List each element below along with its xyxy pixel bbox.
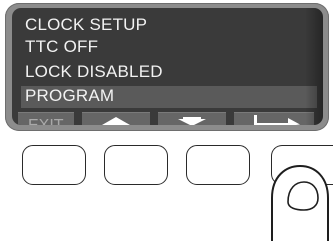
hardware-button-down[interactable] (186, 145, 250, 185)
menu-item-clock-setup[interactable]: CLOCK SETUP (25, 14, 147, 36)
softkey-enter[interactable] (234, 112, 314, 125)
display-screen: CLOCK SETUP TTC OFF LOCK DISABLED PROGRA… (12, 8, 323, 125)
arrow-down-icon (178, 117, 206, 125)
menu-item-ttc[interactable]: TTC OFF (25, 36, 98, 58)
softkey-exit[interactable]: EXIT (18, 112, 74, 125)
exit-label: EXIT (28, 116, 64, 125)
finger-pointer-icon (271, 164, 329, 241)
menu-item-lock[interactable]: LOCK DISABLED (25, 61, 163, 83)
softkey-up[interactable] (82, 112, 150, 125)
menu-item-program[interactable]: PROGRAM (25, 85, 114, 107)
arrow-up-icon (102, 117, 130, 125)
softkey-down[interactable] (158, 112, 226, 125)
enter-return-icon (254, 115, 300, 125)
hardware-button-exit[interactable] (22, 145, 86, 185)
softkey-bar: EXIT (16, 112, 323, 125)
hardware-button-up[interactable] (104, 145, 168, 185)
